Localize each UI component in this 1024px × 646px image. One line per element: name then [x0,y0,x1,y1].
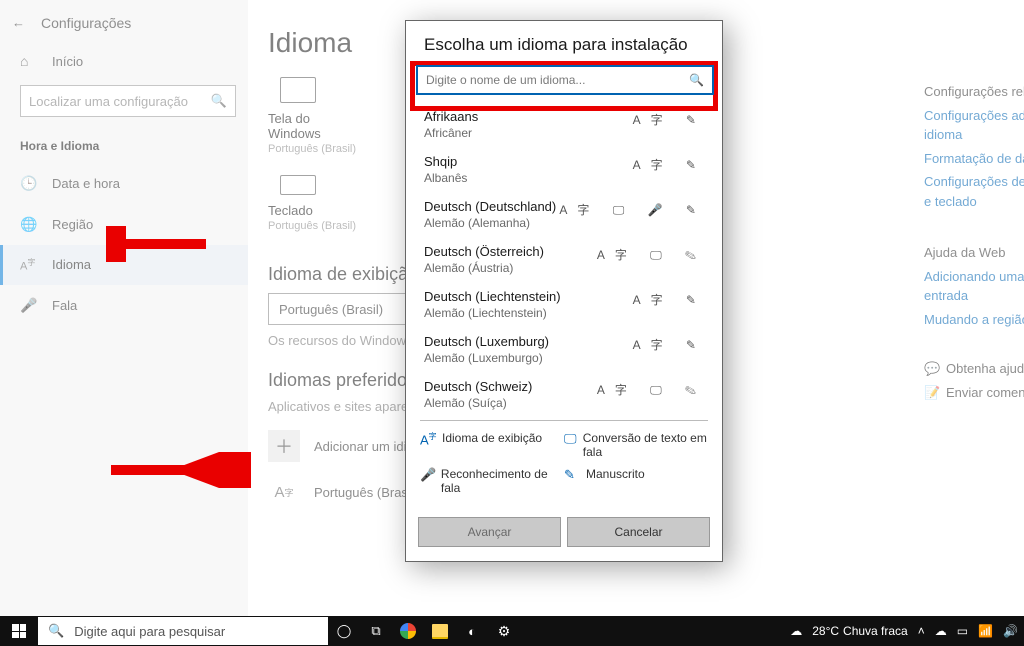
chrome-button[interactable] [392,616,424,646]
settings-button[interactable]: ⚙ [488,616,520,646]
start-button[interactable] [0,616,38,646]
lang-feature-icons: A字 🖵 🎤 ✎ [559,201,706,218]
onedrive-icon[interactable]: ☁ [935,624,947,638]
sound-icon[interactable]: 🔊 [1003,624,1018,638]
legend-hand: Manuscrito [586,467,645,481]
lang-feature-icons: A字 ✎ [633,111,706,128]
weather-text[interactable]: Chuva fraca [843,624,908,638]
legend-tts-icon: 🖵 [564,431,583,447]
lang-row-shqip[interactable]: Shqip Albanês A字 ✎ [406,146,722,191]
divider [420,420,708,421]
weather-temp[interactable]: 28°C [812,624,839,638]
lang-row-afrikaans[interactable]: Afrikaans Africâner A字 ✎ [406,101,722,146]
legend-display: Idioma de exibição [442,431,542,445]
legend-tts: Conversão de texto em fala [583,431,708,459]
legend-speech-icon: 🎤 [420,467,441,483]
next-button: Avançar [418,517,561,547]
lang-row-deutsch-ch[interactable]: Deutsch (Schweiz) Alemão (Suíça) A字 🖵 ✎ [406,371,722,416]
lang-feature-icons: A字 ✎ [633,156,706,173]
legend-display-icon: A字 [420,431,442,447]
windows-icon [12,624,26,638]
chrome-icon [400,623,416,639]
wifi-icon[interactable]: 📶 [978,624,993,638]
battery-icon[interactable]: ▭ [957,624,968,638]
lang-feature-icons: A字 🖵 ✎ [597,246,706,263]
legend-speech: Reconhecimento de fala [441,467,564,495]
explorer-button[interactable] [424,616,456,646]
gear-icon: ⚙ [498,623,511,640]
folder-icon [432,624,448,639]
lang-feature-icons: A字 🖵 ✎ [597,381,706,398]
search-icon: 🔍 [689,73,704,87]
legend-hand-icon: ✎ [564,467,586,483]
app-button[interactable]: ◐ [456,616,488,646]
dialog-search-placeholder: Digite o nome de um idioma... [426,73,585,87]
dialog-title: Escolha um idioma para instalação [406,21,722,65]
lang-row-deutsch-li[interactable]: Deutsch (Liechtenstein) Alemão (Liechten… [406,281,722,326]
lang-row-deutsch-lu[interactable]: Deutsch (Luxemburg) Alemão (Luxemburgo) … [406,326,722,371]
tray-chevron-icon[interactable]: ˄ [918,624,925,638]
search-icon: 🔍 [48,623,64,639]
cortana-button[interactable]: ◯ [328,616,360,646]
lang-row-deutsch-de[interactable]: Deutsch (Deutschland) Alemão (Alemanha) … [406,191,722,236]
lang-feature-icons: A字 ✎ [633,336,706,353]
weather-icon: ☁ [790,624,802,638]
task-view-button[interactable]: ⧉ [360,616,392,646]
dialog-search-input[interactable]: Digite o nome de um idioma... 🔍 [416,65,714,95]
cancel-button[interactable]: Cancelar [567,517,710,547]
taskbar-search[interactable]: 🔍 Digite aqui para pesquisar [38,617,328,645]
lang-feature-icons: A字 ✎ [633,291,706,308]
choose-language-dialog: Escolha um idioma para instalação Digite… [405,20,723,562]
lang-row-deutsch-at[interactable]: Deutsch (Österreich) Alemão (Áustria) A字… [406,236,722,281]
